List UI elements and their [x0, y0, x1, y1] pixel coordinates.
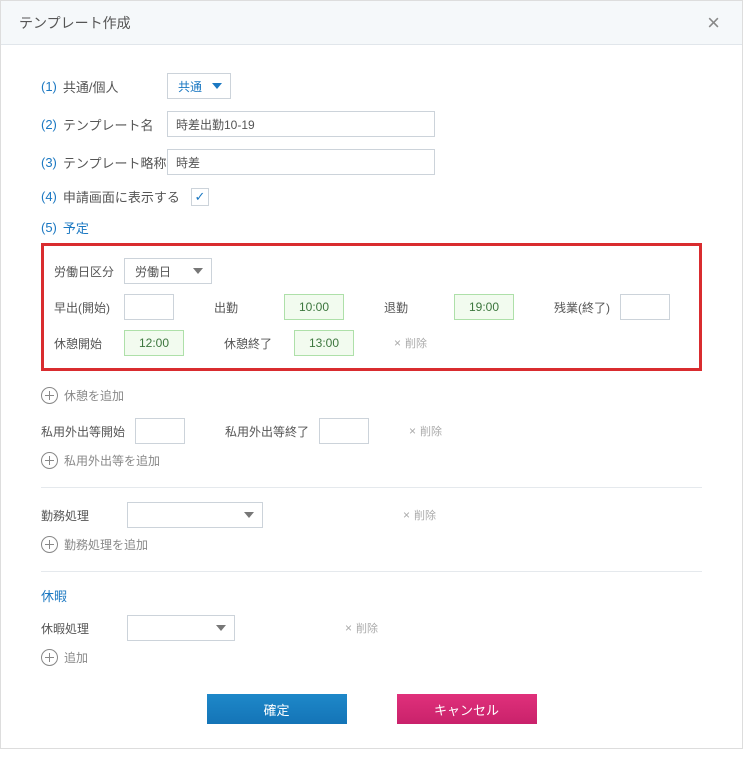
delete-label: 削除 [420, 423, 442, 439]
row-vacation-proc: 休暇処理 削除 [41, 615, 702, 641]
step-number-5: (5) [41, 220, 57, 235]
dialog: テンプレート作成 × (1) 共通/個人 共通 (2) テンプレート名 (3) [0, 0, 743, 749]
row-template-name: (2) テンプレート名 [41, 111, 702, 137]
outing-start-input[interactable] [135, 418, 185, 444]
plus-icon [41, 452, 58, 469]
add-work-proc-label: 勤務処理を追加 [64, 536, 148, 553]
row-clock-times: 早出(開始) 出勤 退勤 残業(終了) [54, 294, 689, 320]
check-icon: ✓ [195, 189, 206, 205]
outing-end-input[interactable] [319, 418, 369, 444]
workday-type-select[interactable]: 労働日 [124, 258, 212, 284]
delete-vacation-proc-button[interactable]: 削除 [345, 620, 378, 636]
cancel-button[interactable]: キャンセル [397, 694, 537, 724]
confirm-label: 確定 [263, 700, 289, 719]
chevron-down-icon [244, 512, 254, 518]
scope-label: 共通/個人 [63, 77, 119, 96]
template-name-input[interactable] [167, 111, 435, 137]
add-vacation-button[interactable]: 追加 [41, 649, 88, 666]
chevron-down-icon [193, 268, 203, 274]
delete-work-proc-button[interactable]: 削除 [403, 507, 436, 523]
dialog-body: (1) 共通/個人 共通 (2) テンプレート名 (3) テンプレート略称 [1, 45, 742, 748]
template-name-label: テンプレート名 [63, 115, 154, 134]
step-number-2: (2) [41, 117, 57, 132]
outing-start-label: 私用外出等開始 [41, 423, 125, 440]
confirm-button[interactable]: 確定 [207, 694, 347, 724]
close-icon[interactable]: × [703, 10, 724, 36]
delete-label: 削除 [356, 620, 378, 636]
label-template-name: (2) テンプレート名 [41, 115, 167, 134]
divider [41, 487, 702, 488]
work-proc-select[interactable] [127, 502, 263, 528]
workday-type-label: 労働日区分 [54, 263, 114, 280]
vacation-proc-label: 休暇処理 [41, 620, 117, 637]
add-outing-label: 私用外出等を追加 [64, 452, 160, 469]
overtime-end-label: 残業(終了) [554, 299, 610, 316]
chevron-down-icon [212, 83, 222, 89]
row-scope: (1) 共通/個人 共通 [41, 73, 702, 99]
row-workday-type: 労働日区分 労働日 [54, 258, 689, 284]
overtime-end-input[interactable] [620, 294, 670, 320]
dialog-footer-buttons: 確定 キャンセル [41, 694, 702, 724]
plus-icon [41, 387, 58, 404]
clock-in-input[interactable] [284, 294, 344, 320]
add-vacation-label: 追加 [64, 649, 88, 666]
work-proc-label: 勤務処理 [41, 507, 117, 524]
dialog-title: テンプレート作成 [19, 13, 131, 33]
outing-end-label: 私用外出等終了 [225, 423, 309, 440]
vacation-proc-select[interactable] [127, 615, 235, 641]
label-show-on-apply: (4) 申請画面に表示する [41, 187, 191, 206]
template-abbr-input[interactable] [167, 149, 435, 175]
schedule-section: 労働日区分 労働日 早出(開始) 出勤 退勤 残業(終了) [41, 243, 702, 670]
clock-out-input[interactable] [454, 294, 514, 320]
add-break-label: 休憩を追加 [64, 387, 124, 404]
row-break-times: 休憩開始 休憩終了 削除 [54, 330, 689, 356]
plus-icon [41, 649, 58, 666]
break-end-label: 休憩終了 [224, 335, 284, 352]
add-work-proc-button[interactable]: 勤務処理を追加 [41, 536, 148, 553]
step-number-3: (3) [41, 155, 57, 170]
step-number-1: (1) [41, 79, 57, 94]
schedule-title: 予定 [63, 218, 89, 237]
early-start-input[interactable] [124, 294, 174, 320]
add-break-button[interactable]: 休憩を追加 [41, 387, 124, 404]
scope-select-value: 共通 [178, 78, 202, 95]
label-schedule: (5) 予定 [41, 218, 167, 237]
dialog-header: テンプレート作成 × [1, 1, 742, 45]
show-on-apply-checkbox[interactable]: ✓ [191, 188, 209, 206]
break-end-input[interactable] [294, 330, 354, 356]
label-template-abbr: (3) テンプレート略称 [41, 153, 167, 172]
template-abbr-label: テンプレート略称 [63, 153, 167, 172]
early-start-label: 早出(開始) [54, 299, 114, 316]
delete-outing-button[interactable]: 削除 [409, 423, 442, 439]
delete-label: 削除 [414, 507, 436, 523]
plus-icon [41, 536, 58, 553]
show-on-apply-label: 申請画面に表示する [63, 187, 180, 206]
add-outing-button[interactable]: 私用外出等を追加 [41, 452, 160, 469]
delete-label: 削除 [405, 335, 427, 351]
highlight-box: 労働日区分 労働日 早出(開始) 出勤 退勤 残業(終了) [41, 243, 702, 371]
chevron-down-icon [216, 625, 226, 631]
row-template-abbr: (3) テンプレート略称 [41, 149, 702, 175]
row-outing: 私用外出等開始 私用外出等終了 削除 [41, 418, 702, 444]
delete-break-button[interactable]: 削除 [394, 335, 427, 351]
clock-out-label: 退勤 [384, 299, 444, 316]
label-scope: (1) 共通/個人 [41, 77, 167, 96]
row-work-proc: 勤務処理 削除 [41, 502, 702, 528]
scope-select[interactable]: 共通 [167, 73, 231, 99]
clock-in-label: 出勤 [214, 299, 274, 316]
row-schedule-head: (5) 予定 [41, 218, 702, 237]
cancel-label: キャンセル [434, 700, 499, 719]
break-start-input[interactable] [124, 330, 184, 356]
row-show-on-apply: (4) 申請画面に表示する ✓ [41, 187, 702, 206]
step-number-4: (4) [41, 189, 57, 204]
workday-type-value: 労働日 [135, 263, 171, 280]
vacation-title: 休暇 [41, 586, 702, 605]
break-start-label: 休憩開始 [54, 335, 114, 352]
divider [41, 571, 702, 572]
